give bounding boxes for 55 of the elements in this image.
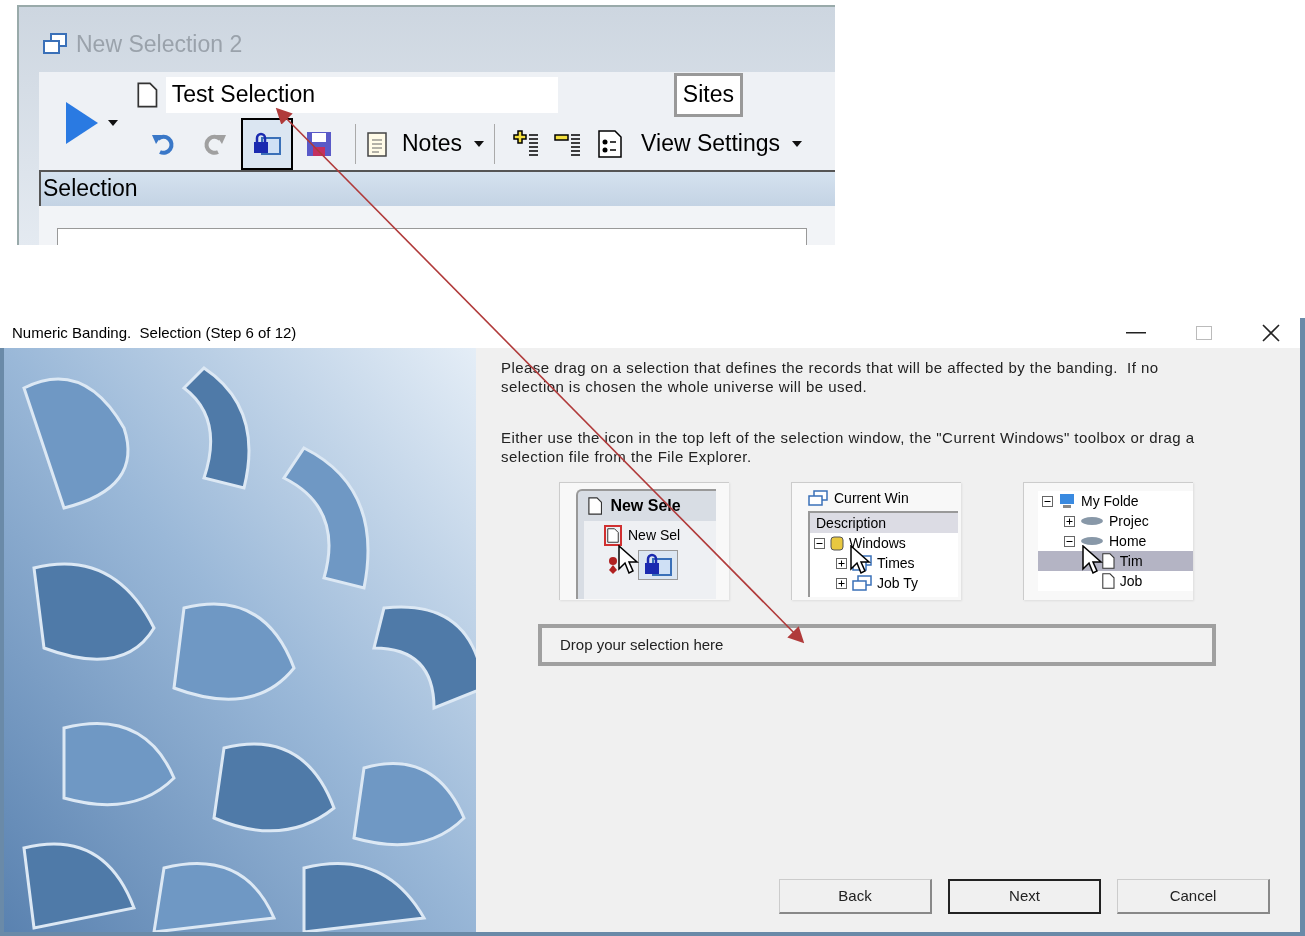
sites-button[interactable]: Sites bbox=[673, 72, 743, 117]
tree-item[interactable]: Tim bbox=[1038, 551, 1193, 571]
tree-label: Job bbox=[1119, 571, 1143, 591]
window-title: New Selection 2 bbox=[76, 30, 243, 59]
mouse-pointer-icon bbox=[618, 545, 640, 575]
tree-label: My Folde bbox=[1081, 491, 1139, 511]
tree-label: Tim bbox=[1119, 551, 1143, 571]
save-icon bbox=[305, 129, 333, 158]
tree-item[interactable]: Projec bbox=[1038, 511, 1193, 531]
expand-icon[interactable] bbox=[836, 557, 847, 569]
selection-name-field[interactable]: Test Selection bbox=[165, 76, 558, 113]
dialog-button[interactable]: Back bbox=[779, 879, 932, 914]
notepad-icon bbox=[366, 129, 388, 158]
tree-item[interactable]: Job bbox=[1038, 571, 1193, 591]
tree-item[interactable]: Job Ty bbox=[810, 573, 958, 593]
caret-icon bbox=[474, 140, 485, 147]
document-icon bbox=[607, 528, 619, 543]
document-icon bbox=[588, 497, 603, 515]
close-icon[interactable] bbox=[1262, 324, 1280, 342]
collapse-icon[interactable] bbox=[1042, 495, 1053, 507]
column-header: Description bbox=[810, 513, 958, 533]
windows-icon bbox=[808, 490, 828, 506]
tree-item[interactable]: Windows bbox=[810, 533, 958, 553]
notes-button[interactable]: Notes bbox=[402, 126, 485, 161]
tree-label: Windows bbox=[849, 533, 906, 553]
tree-label: Home bbox=[1109, 531, 1147, 551]
run-button[interactable] bbox=[64, 99, 100, 146]
drop-zone[interactable]: Drop your selection here bbox=[538, 624, 1216, 666]
windows-icon bbox=[42, 32, 68, 57]
tree-item[interactable]: Home bbox=[1038, 531, 1193, 551]
lock-button[interactable] bbox=[241, 117, 293, 170]
tree-label: Times bbox=[877, 553, 915, 573]
tree-label: Projec bbox=[1109, 511, 1149, 531]
selection-name: New Sel bbox=[628, 526, 681, 545]
expand-icon[interactable] bbox=[1064, 515, 1075, 527]
dialog-button[interactable]: Cancel bbox=[1117, 879, 1270, 914]
view-settings-button[interactable]: View Settings bbox=[641, 126, 803, 161]
tree-item[interactable]: My Folde bbox=[1038, 491, 1193, 511]
run-menu-caret-icon bbox=[108, 119, 118, 126]
minimize-icon[interactable] bbox=[1126, 332, 1146, 334]
tree-label: Job Ty bbox=[877, 573, 918, 593]
expand-icon[interactable] bbox=[836, 577, 847, 589]
dialog-title: Numeric Banding. Selection (Step 6 of 12) bbox=[12, 322, 297, 343]
collapse-icon[interactable] bbox=[1064, 535, 1075, 547]
caret-icon bbox=[792, 140, 803, 147]
document-icon bbox=[137, 81, 158, 108]
database-icon bbox=[830, 535, 844, 551]
drop-zone-label: Drop your selection here bbox=[560, 634, 724, 655]
computer-icon bbox=[1058, 493, 1076, 509]
default-button[interactable]: Next bbox=[948, 879, 1101, 914]
collapse-icon[interactable] bbox=[814, 537, 825, 549]
windows-icon bbox=[852, 575, 872, 591]
panel-title: Selection bbox=[42, 174, 138, 204]
toolbox-title: Current Win bbox=[834, 488, 909, 508]
pin-icon bbox=[608, 556, 618, 574]
